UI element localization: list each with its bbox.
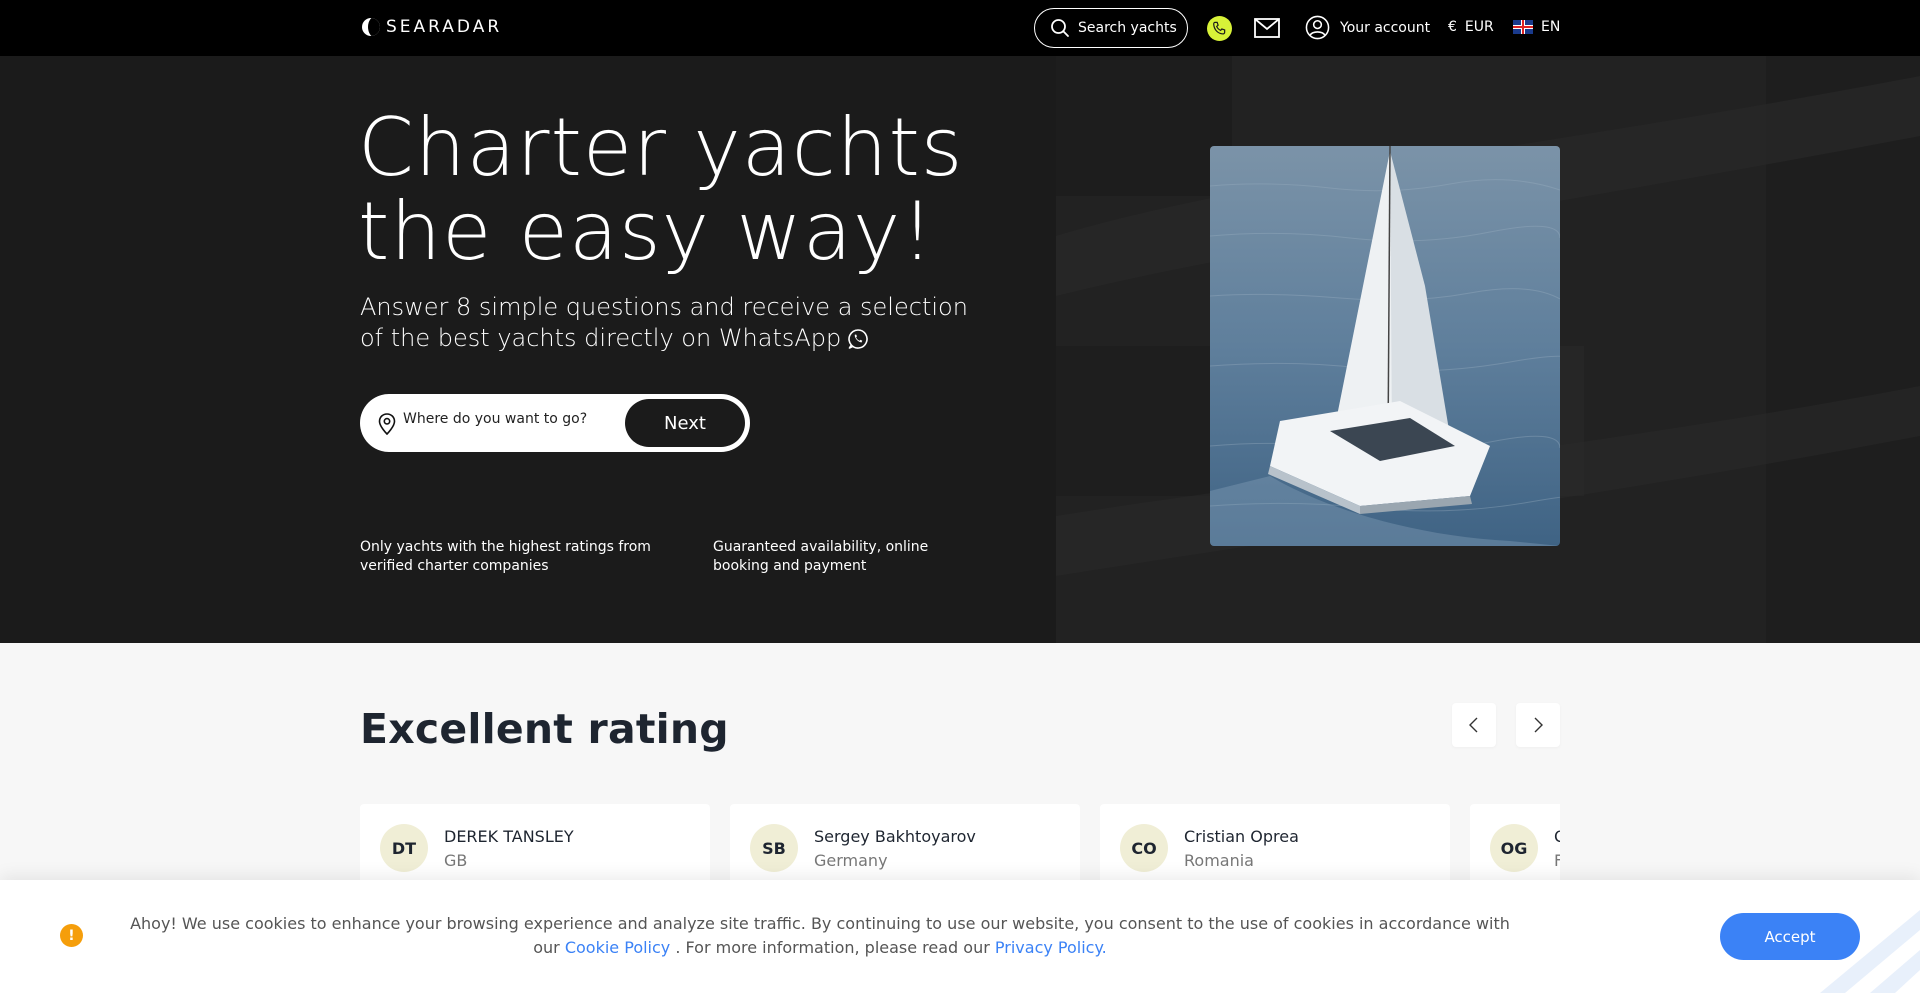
currency-label: EUR <box>1464 19 1494 35</box>
chevron-right-icon <box>1534 717 1543 733</box>
hero-subtitle-text: Answer 8 simple questions and receive a … <box>360 293 968 352</box>
reviewer-avatar: OG <box>1490 824 1538 872</box>
hero-title-line-1: Charter yachts <box>358 101 964 194</box>
language-label: EN <box>1541 19 1561 35</box>
feature-ratings: Only yachts with the highest ratings fro… <box>360 539 651 574</box>
reviewer-country: F <box>1554 851 1560 870</box>
hero-section: Charter yachts the easy way! Answer 8 si… <box>0 56 1920 643</box>
cookie-banner: ! Ahoy! We use cookies to enhance your b… <box>0 880 1920 993</box>
reviewer-name: Cristian Oprea <box>1184 827 1299 846</box>
chevron-left-icon <box>1469 717 1478 733</box>
hero-title-line-2: the easy way! <box>358 185 935 278</box>
hero-title: Charter yachts the easy way! <box>358 106 963 274</box>
account-link[interactable]: Your account <box>1305 15 1430 40</box>
reviewer-country: GB <box>444 851 468 870</box>
destination-form: Next <box>360 394 750 452</box>
whatsapp-icon <box>848 329 869 349</box>
uk-flag-icon <box>1513 20 1533 34</box>
reviewer-avatar: CO <box>1120 824 1168 872</box>
reviewer-avatar: DT <box>380 824 428 872</box>
reviewer-country: Romania <box>1184 851 1254 870</box>
next-button[interactable]: Next <box>625 399 745 447</box>
mail-icon <box>1254 18 1280 38</box>
search-yachts-button[interactable]: Search yachts <box>1034 8 1188 48</box>
catamaran-photo <box>1210 146 1560 546</box>
logo-icon <box>362 18 380 36</box>
logo-text: SEARADAR <box>386 17 503 37</box>
reviewer-name: DEREK TANSLEY <box>444 827 574 846</box>
reviewer-avatar: SB <box>750 824 798 872</box>
account-label: Your account <box>1340 19 1431 36</box>
destination-input[interactable] <box>403 411 613 427</box>
reviewer-country: Germany <box>814 851 888 870</box>
user-icon <box>1305 15 1330 40</box>
logo[interactable]: SEARADAR <box>362 17 502 37</box>
language-selector[interactable]: EN <box>1513 19 1560 35</box>
ratings-title: Excellent rating <box>360 705 729 753</box>
search-icon <box>1051 19 1069 37</box>
cookie-policy-link[interactable]: Cookie Policy <box>565 938 670 957</box>
phone-icon <box>1213 21 1226 35</box>
location-pin-icon <box>378 413 396 435</box>
reviewer-name: Sergey Bakhtoyarov <box>814 827 976 846</box>
phone-button[interactable] <box>1207 16 1232 41</box>
euro-icon: € <box>1448 19 1457 35</box>
ratings-next-button[interactable] <box>1516 703 1560 747</box>
privacy-policy-link[interactable]: Privacy Policy. <box>995 938 1107 957</box>
reviewer-name: O <box>1554 827 1560 846</box>
cookie-banner-decoration <box>1820 910 1920 993</box>
search-yachts-label: Search yachts <box>1078 20 1177 36</box>
feature-availability: Guaranteed availability, online booking … <box>713 539 929 574</box>
cookie-message: Ahoy! We use cookies to enhance your bro… <box>130 912 1510 960</box>
hero-subtitle: Answer 8 simple questions and receive a … <box>360 292 980 354</box>
warning-icon: ! <box>60 924 83 947</box>
mail-button[interactable] <box>1254 17 1280 39</box>
currency-selector[interactable]: € EUR <box>1448 19 1494 35</box>
cookie-text-middle: . For more information, please read our <box>675 938 990 957</box>
top-navbar: SEARADAR Search yachts Your account € EU… <box>0 0 1920 56</box>
ratings-prev-button[interactable] <box>1452 703 1496 747</box>
